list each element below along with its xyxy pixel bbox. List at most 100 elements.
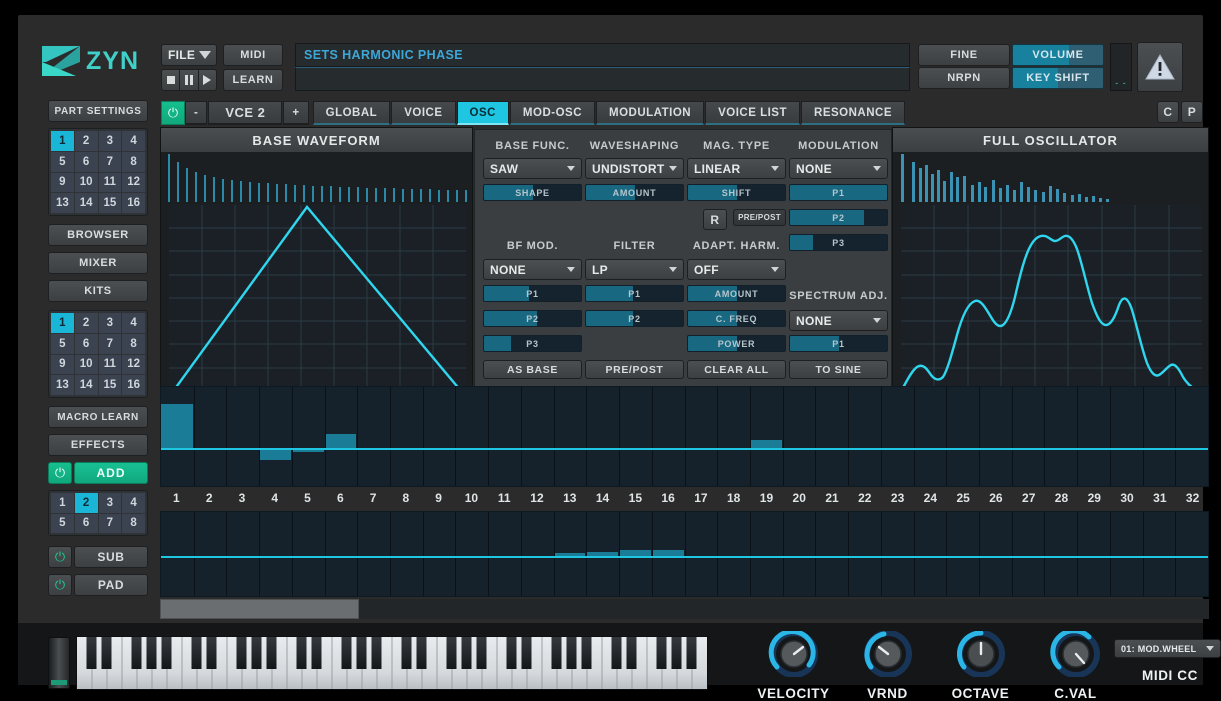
midi-button[interactable]: MIDI (223, 44, 283, 66)
voice-power-toggle[interactable]: ⏻ (161, 101, 185, 125)
stop-button[interactable] (161, 69, 180, 91)
add-button[interactable]: ADD (74, 462, 148, 484)
mag-type-select[interactable]: LINEAR (687, 158, 786, 179)
voice-grid[interactable]: 1 2 3 4 5 6 7 8 (48, 490, 148, 536)
spectrum-adj-p1-slider[interactable]: P1 (789, 335, 888, 352)
kit-cell[interactable]: 4 (122, 313, 145, 333)
voice-cell[interactable]: 1 (51, 493, 74, 513)
kit-cell[interactable]: 7 (99, 334, 122, 354)
volume-slider[interactable]: VOLUME (1012, 44, 1104, 66)
midi-cc-select[interactable]: 01: MOD.WHEEL (1114, 639, 1221, 658)
kit-cell[interactable]: 3 (99, 313, 122, 333)
file-menu-button[interactable]: FILE (161, 44, 217, 66)
sidebar-item-mixer[interactable]: MIXER (48, 252, 148, 274)
cval-knob[interactable] (1047, 631, 1105, 677)
mag-type-shift-slider[interactable]: SHIFT (687, 184, 786, 201)
subtitle-text-field[interactable] (295, 67, 910, 91)
play-button[interactable] (199, 69, 217, 91)
adapt-harm-amount-slider[interactable]: AMOUNT (687, 285, 786, 302)
c-button[interactable]: C (1157, 101, 1179, 123)
tab-modulation[interactable]: MODULATION (596, 101, 704, 125)
add-power-toggle[interactable]: ⏻ (48, 462, 72, 484)
kit-grid[interactable]: 1 2 3 4 5 6 7 8 9 10 11 12 13 14 15 16 (48, 310, 148, 398)
waveshaping-select[interactable]: UNDISTORT (585, 158, 684, 179)
kit-cell[interactable]: 2 (75, 313, 98, 333)
tab-osc[interactable]: OSC (457, 101, 509, 125)
mag-type-prepost-button[interactable]: PRE/POST (733, 209, 786, 226)
modulation-p1-slider[interactable]: P1 (789, 184, 888, 201)
sidebar-item-effects[interactable]: EFFECTS (48, 434, 148, 456)
harmonic-bar[interactable] (161, 404, 193, 449)
warning-button[interactable] (1137, 42, 1183, 92)
part-cell[interactable]: 4 (122, 131, 145, 151)
harmonic-bar[interactable] (325, 434, 357, 449)
voice-cell[interactable]: 7 (99, 514, 122, 534)
part-cell[interactable]: 15 (99, 193, 122, 213)
part-grid[interactable]: 1 2 3 4 5 6 7 8 9 10 11 12 13 14 15 16 (48, 128, 148, 216)
base-func-select[interactable]: SAW (483, 158, 582, 179)
part-cell[interactable]: 12 (122, 173, 145, 193)
part-cell[interactable]: 16 (122, 193, 145, 213)
voice-cell[interactable]: 4 (122, 493, 145, 513)
fine-button[interactable]: FINE (918, 44, 1010, 66)
harmonic-phase-editor[interactable] (160, 511, 1209, 597)
bf-mod-select[interactable]: NONE (483, 259, 582, 280)
sidebar-item-browser[interactable]: BROWSER (48, 224, 148, 246)
kit-cell[interactable]: 12 (122, 355, 145, 375)
voice-cell[interactable]: 8 (122, 514, 145, 534)
tab-mod-osc[interactable]: MOD-OSC (510, 101, 595, 125)
bf-mod-as-base-button[interactable]: AS BASE (483, 360, 582, 379)
octave-knob[interactable] (952, 631, 1010, 677)
harmonic-scrollbar-track[interactable] (160, 599, 1209, 619)
voice-increment-button[interactable]: + (283, 101, 308, 125)
part-cell[interactable]: 5 (51, 152, 74, 172)
bf-mod-p2-slider[interactable]: P2 (483, 310, 582, 327)
bf-mod-p1-slider[interactable]: P1 (483, 285, 582, 302)
pad-power-toggle[interactable]: ⏻ (48, 574, 72, 596)
base-func-shape-slider[interactable]: SHAPE (483, 184, 582, 201)
kit-cell[interactable]: 16 (122, 375, 145, 395)
part-cell[interactable]: 1 (51, 131, 74, 151)
adapt-harm-power-slider[interactable]: POWER (687, 335, 786, 352)
kit-cell[interactable]: 13 (51, 375, 74, 395)
harmonic-bar[interactable] (259, 449, 291, 460)
part-cell[interactable]: 13 (51, 193, 74, 213)
part-cell[interactable]: 7 (99, 152, 122, 172)
tab-voice[interactable]: VOICE (391, 101, 455, 125)
tab-global[interactable]: GLOBAL (313, 101, 391, 125)
pad-button[interactable]: PAD (74, 574, 148, 596)
part-cell[interactable]: 10 (75, 173, 98, 193)
p-button[interactable]: P (1181, 101, 1203, 123)
kit-cell[interactable]: 6 (75, 334, 98, 354)
voice-cell[interactable]: 6 (75, 514, 98, 534)
waveshaping-amount-slider[interactable]: AMOUNT (585, 184, 684, 201)
mod-wheel[interactable] (48, 637, 70, 689)
kit-cell[interactable]: 10 (75, 355, 98, 375)
voice-cell[interactable]: 2 (75, 493, 98, 513)
kit-cell[interactable]: 8 (122, 334, 145, 354)
sidebar-item-kits[interactable]: KITS (48, 280, 148, 302)
spectrum-adj-to-sine-button[interactable]: TO SINE (789, 360, 888, 379)
bf-mod-p3-slider[interactable]: P3 (483, 335, 582, 352)
kit-cell[interactable]: 9 (51, 355, 74, 375)
filter-select[interactable]: LP (585, 259, 684, 280)
sub-button[interactable]: SUB (74, 546, 148, 568)
sidebar-item-part-settings[interactable]: PART SETTINGS (48, 100, 148, 122)
adapt-harm-select[interactable]: OFF (687, 259, 786, 280)
tab-resonance[interactable]: RESONANCE (801, 101, 905, 125)
part-cell[interactable]: 8 (122, 152, 145, 172)
mag-type-r-button[interactable]: R (703, 209, 727, 230)
harmonic-scrollbar-thumb[interactable] (160, 599, 359, 619)
kit-cell[interactable]: 5 (51, 334, 74, 354)
kit-cell[interactable]: 15 (99, 375, 122, 395)
filter-p2-slider[interactable]: P2 (585, 310, 684, 327)
kit-cell[interactable]: 11 (99, 355, 122, 375)
harmonic-magnitude-editor[interactable] (160, 386, 1209, 487)
modulation-p3-slider[interactable]: P3 (789, 234, 888, 251)
part-cell[interactable]: 9 (51, 173, 74, 193)
title-text-field[interactable]: SETS HARMONIC PHASE (295, 43, 910, 67)
modulation-select[interactable]: NONE (789, 158, 888, 179)
modulation-p2-slider[interactable]: P2 (789, 209, 888, 226)
spectrum-adj-select[interactable]: NONE (789, 310, 888, 331)
kit-cell[interactable]: 1 (51, 313, 74, 333)
